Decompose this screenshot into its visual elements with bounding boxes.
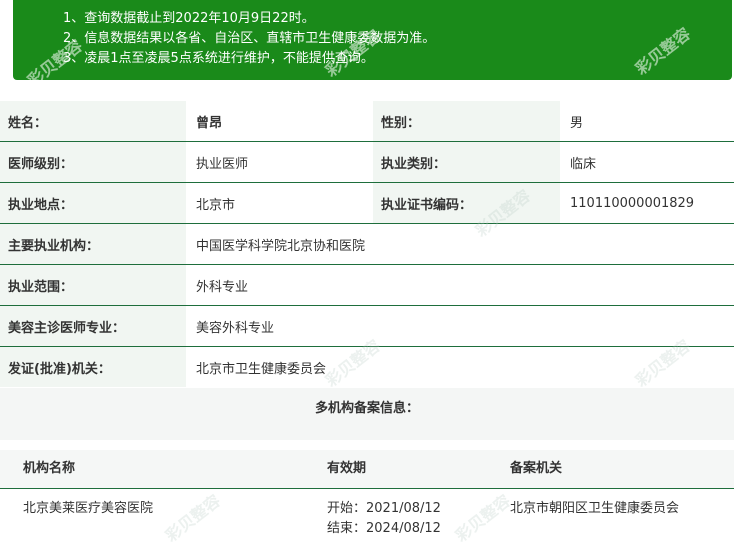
institution-name: 北京美莱医疗美容医院 (23, 501, 154, 516)
validity-end: 结束：2024/08/12 (327, 521, 441, 536)
authority-value: 北京市卫生健康委员会 (186, 347, 734, 387)
institution-value: 中国医学科学院北京协和医院 (186, 224, 734, 264)
multi-institution-title: 多机构备案信息： (0, 388, 734, 430)
level-value: 执业医师 (186, 142, 373, 182)
authority-label: 发证(批准)机关： (0, 347, 186, 387)
table-row: 发证(批准)机关： 北京市卫生健康委员会 (0, 347, 734, 388)
level-label: 医师级别： (0, 142, 186, 182)
col-header-institution: 机构名称 (23, 461, 76, 476)
col-header-validity: 有效期 (327, 461, 367, 476)
notice-line: 1、查询数据截止到2022年10月9日22时。 (63, 11, 315, 26)
name-value: 曾昂 (186, 101, 373, 141)
table-row: 美容主诊医师专业： 美容外科专业 (0, 306, 734, 347)
location-label: 执业地点： (0, 183, 186, 223)
name-label: 姓名： (0, 101, 186, 141)
scope-label: 执业范围： (0, 265, 186, 305)
table-row: 执业范围： 外科专业 (0, 265, 734, 306)
category-value: 临床 (560, 142, 734, 182)
multi-institution-header: 机构名称 有效期 备案机关 (0, 450, 734, 489)
table-row: 主要执业机构： 中国医学科学院北京协和医院 (0, 224, 734, 265)
cert-value: 110110000001829 (560, 183, 734, 223)
notice-line: 3、凌晨1点至凌晨5点系统进行维护，不能提供查询。 (63, 51, 374, 66)
section-divider (0, 430, 734, 440)
table-row: 医师级别： 执业医师 执业类别： 临床 (0, 142, 734, 183)
cert-label: 执业证书编码： (373, 183, 560, 223)
table-row: 执业地点： 北京市 执业证书编码： 110110000001829 (0, 183, 734, 224)
gender-label: 性别： (373, 101, 560, 141)
cosmetic-label: 美容主诊医师专业： (0, 306, 186, 346)
validity-start: 开始：2021/08/12 (327, 501, 441, 516)
doctor-info-table: 姓名： 曾昂 性别： 男 医师级别： 执业医师 执业类别： 临床 执业地点： 北… (0, 101, 734, 388)
table-row: 姓名： 曾昂 性别： 男 (0, 101, 734, 142)
location-value: 北京市 (186, 183, 373, 223)
col-header-authority: 备案机关 (510, 461, 563, 476)
query-notice: 1、查询数据截止到2022年10月9日22时。 2、信息数据结果以各省、自治区、… (13, 0, 732, 80)
table-row: 北京美莱医疗美容医院 开始：2021/08/12 结束：2024/08/12 北… (0, 490, 734, 545)
institution-label: 主要执业机构： (0, 224, 186, 264)
record-authority: 北京市朝阳区卫生健康委员会 (510, 501, 680, 516)
cosmetic-value: 美容外科专业 (186, 306, 734, 346)
validity-period: 开始：2021/08/12 结束：2024/08/12 (327, 499, 441, 539)
scope-value: 外科专业 (186, 265, 734, 305)
category-label: 执业类别： (373, 142, 560, 182)
gender-value: 男 (560, 101, 734, 141)
notice-line: 2、信息数据结果以各省、自治区、直辖市卫生健康委数据为准。 (63, 31, 436, 46)
